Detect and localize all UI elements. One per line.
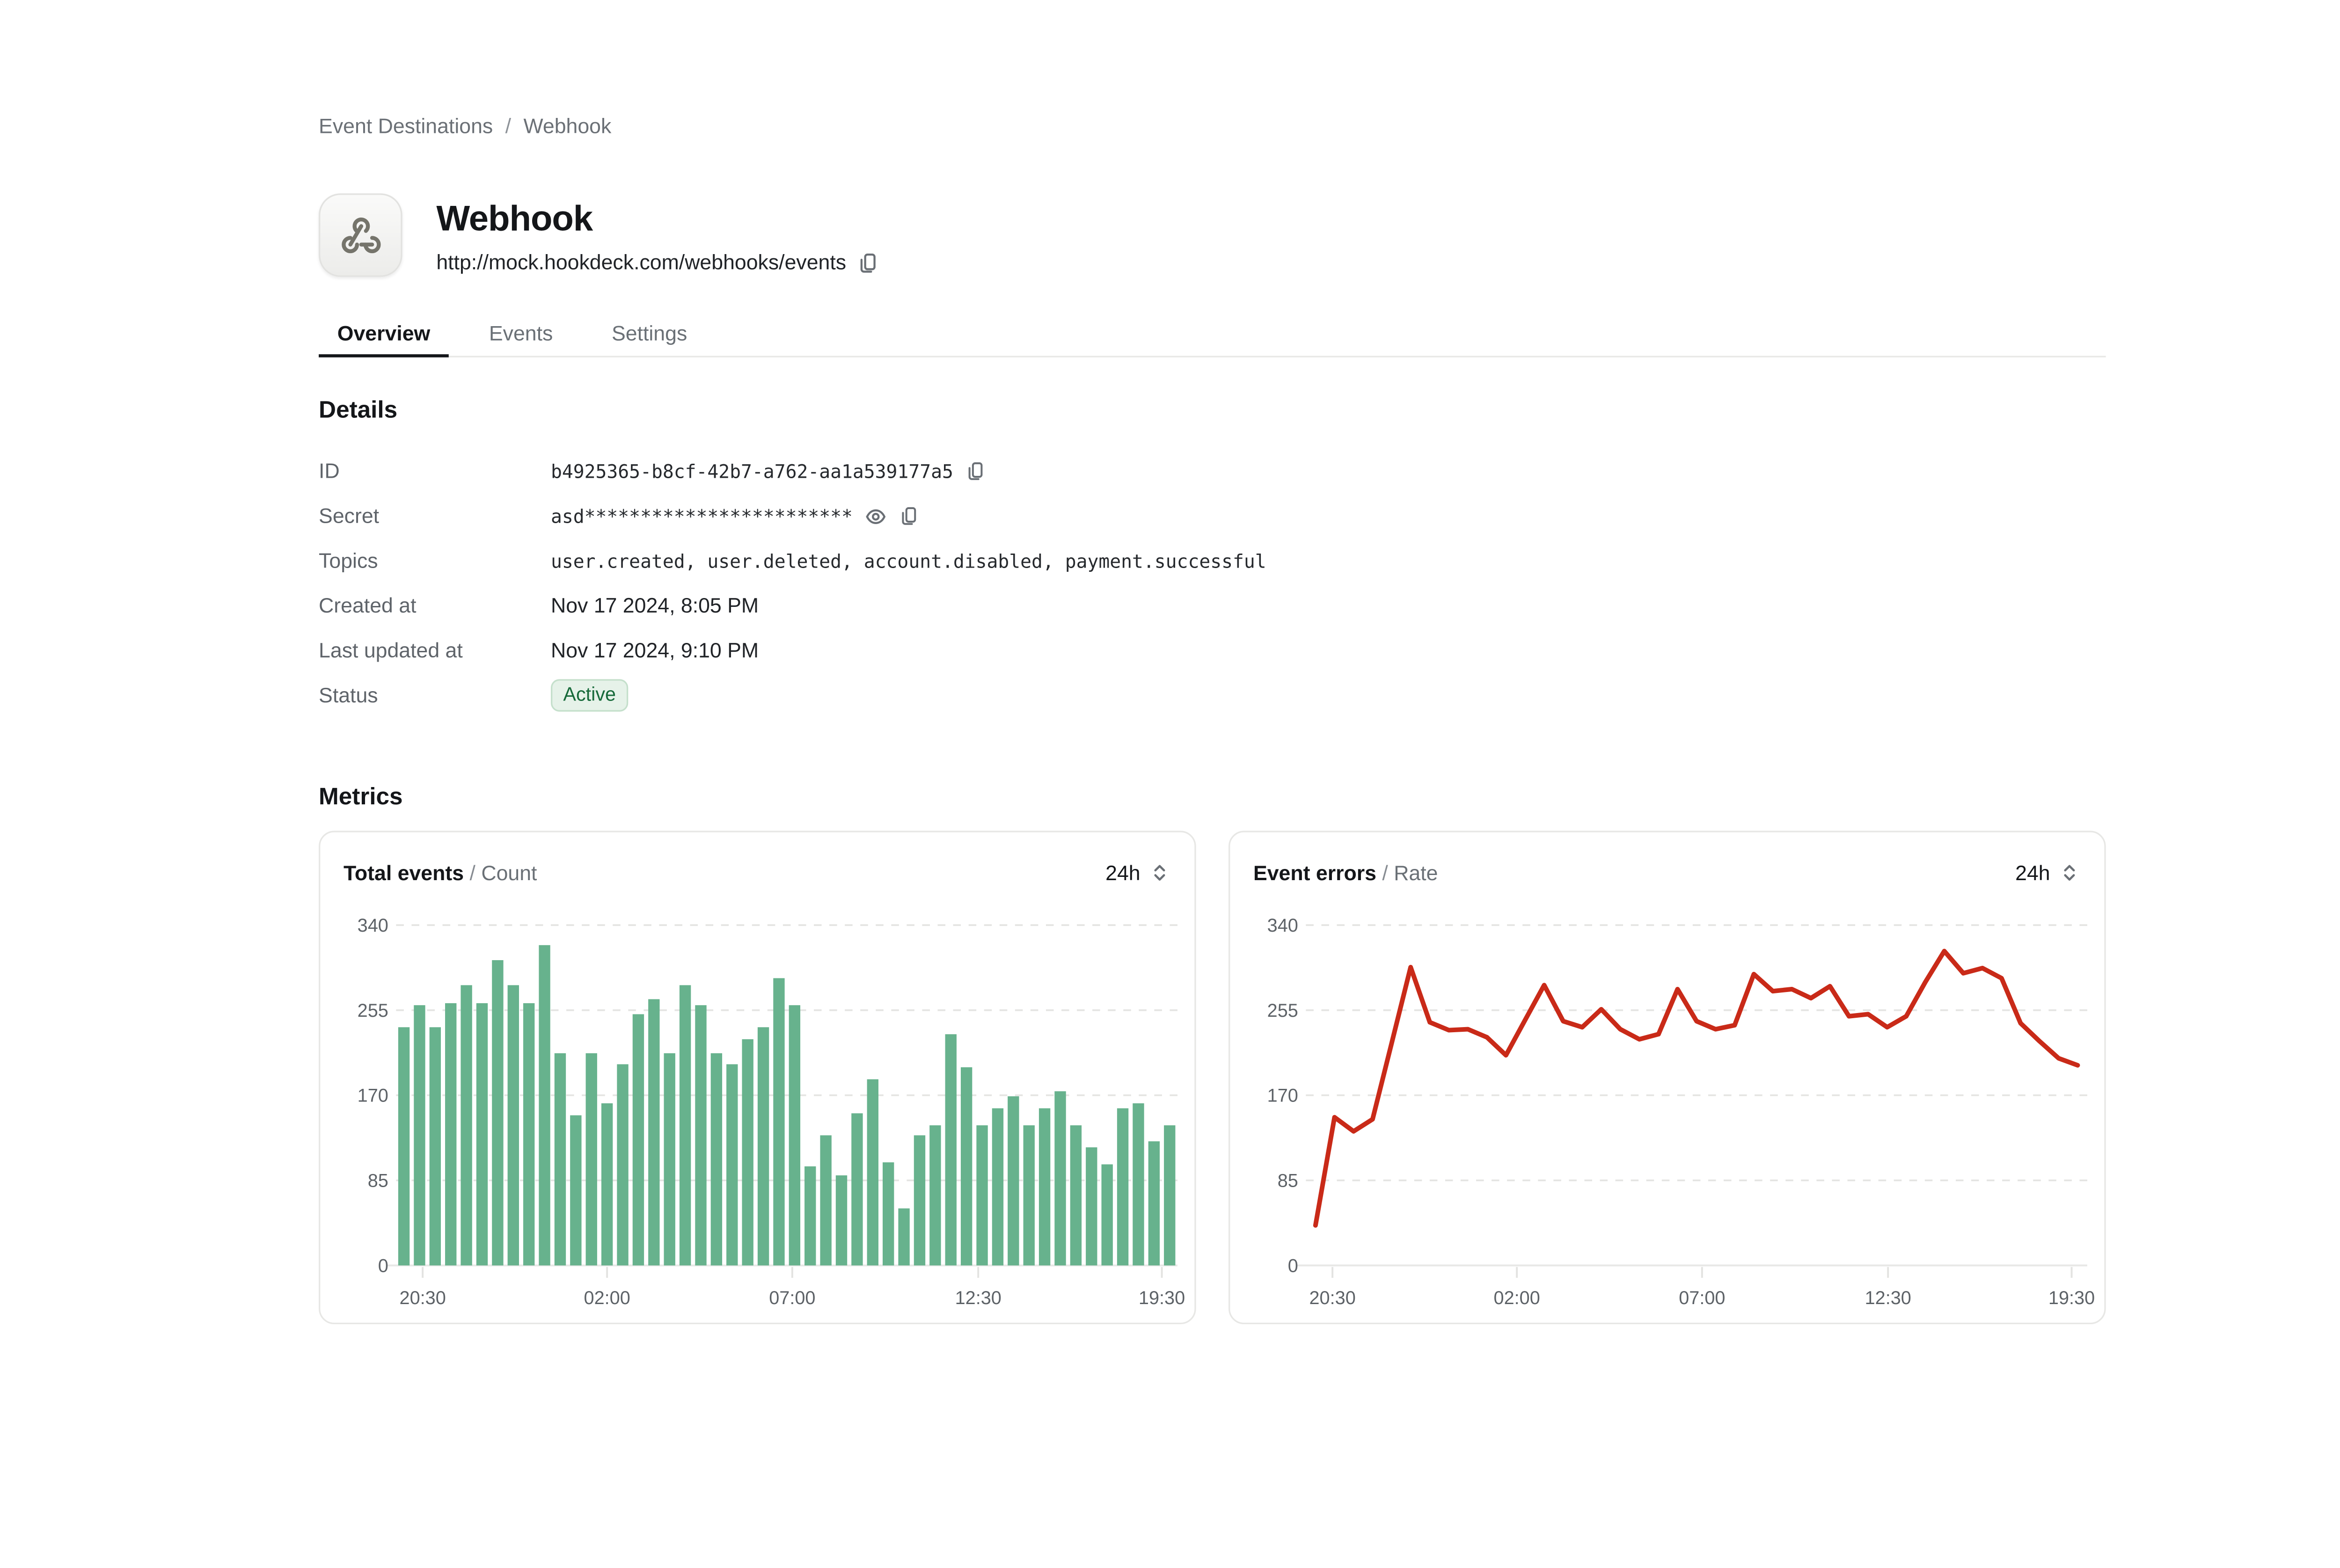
webhook-icon-tile (319, 193, 402, 277)
breadcrumb-separator: / (505, 115, 511, 138)
webhook-id-value: b4925365-b8cf-42b7-a762-aa1a539177a5 (551, 460, 953, 482)
detail-label: Last updated at (319, 639, 551, 662)
svg-text:0: 0 (1288, 1255, 1298, 1276)
total-events-chart: 0 85 170 255 340 20:30 02:00 07:00 12:30 19:30 (320, 888, 1198, 1326)
svg-text:340: 340 (358, 915, 388, 936)
breadcrumb-event-destinations[interactable]: Event Destinations (319, 115, 493, 138)
details-heading: Details (319, 398, 397, 426)
detail-row-topics: Topics user.created, user.deleted, accou… (319, 539, 1266, 583)
page-header: Webhook http://mock.hookdeck.com/webhook… (319, 193, 878, 277)
svg-text:19:30: 19:30 (1139, 1288, 1185, 1308)
status-badge: Active (551, 679, 628, 712)
svg-text:170: 170 (358, 1086, 388, 1106)
svg-text:07:00: 07:00 (1679, 1288, 1725, 1308)
event-errors-card-title: Event errors / Rate (1253, 861, 1438, 884)
tab-bar: Overview Events Settings (319, 309, 2106, 357)
svg-text:170: 170 (1267, 1086, 1298, 1106)
detail-row-id: ID b4925365-b8cf-42b7-a762-aa1a539177a5 (319, 449, 1266, 494)
svg-text:07:00: 07:00 (769, 1288, 815, 1308)
last-updated-value: Nov 17 2024, 9:10 PM (551, 639, 759, 662)
svg-text:20:30: 20:30 (1309, 1288, 1356, 1308)
svg-text:85: 85 (1278, 1170, 1298, 1191)
svg-text:255: 255 (1267, 1000, 1298, 1021)
metrics-heading: Metrics (319, 784, 402, 812)
reveal-secret-eye-icon[interactable] (865, 505, 886, 526)
metrics-cards: Total events / Count 24h 0 85 170 255 340 20:… (319, 831, 2106, 1324)
topics-value: user.created, user.deleted, account.disa… (551, 550, 1266, 571)
webhook-url: http://mock.hookdeck.com/webhooks/events (436, 251, 846, 274)
tab-settings[interactable]: Settings (593, 309, 706, 356)
event-errors-chart: 0 85 170 255 340 20:30 02:00 07:00 12:30 19:30 (1230, 888, 2107, 1326)
chevron-sort-icon (2059, 862, 2079, 883)
detail-label: ID (319, 459, 551, 483)
chevron-sort-icon (1149, 862, 1170, 883)
total-events-range-select[interactable]: 24h (1105, 861, 1170, 884)
webhook-secret-value: asd************************ (551, 505, 853, 526)
detail-row-created-at: Created at Nov 17 2024, 8:05 PM (319, 583, 1266, 628)
detail-label: Topics (319, 549, 551, 573)
copy-secret-icon[interactable] (899, 506, 919, 526)
svg-text:02:00: 02:00 (1494, 1288, 1540, 1308)
detail-label: Secret (319, 504, 551, 528)
webhook-icon (337, 212, 384, 258)
page-title: Webhook (436, 201, 878, 237)
detail-label: Created at (319, 594, 551, 618)
svg-text:12:30: 12:30 (1865, 1288, 1911, 1308)
tab-overview[interactable]: Overview (319, 309, 449, 356)
svg-text:0: 0 (378, 1255, 388, 1276)
copy-id-icon[interactable] (965, 461, 986, 481)
event-errors-card: Event errors / Rate 24h 0 85 170 255 340 20:3… (1228, 831, 2106, 1324)
svg-text:12:30: 12:30 (955, 1288, 1002, 1308)
total-events-card: Total events / Count 24h 0 85 170 255 340 20:… (319, 831, 1196, 1324)
svg-text:02:00: 02:00 (584, 1288, 630, 1308)
detail-row-secret: Secret asd************************ (319, 494, 1266, 539)
detail-label: Status (319, 684, 551, 707)
details-list: ID b4925365-b8cf-42b7-a762-aa1a539177a5 … (319, 449, 1266, 718)
detail-row-status: Status Active (319, 673, 1266, 718)
copy-url-icon[interactable] (857, 251, 878, 273)
svg-text:255: 255 (358, 1000, 388, 1021)
event-errors-range-select[interactable]: 24h (2015, 861, 2079, 884)
svg-text:20:30: 20:30 (400, 1288, 446, 1308)
created-at-value: Nov 17 2024, 8:05 PM (551, 594, 759, 618)
webhook-overview-page: Event Destinations / Webhook Webhook htt… (0, 0, 2340, 1568)
svg-text:340: 340 (1267, 915, 1298, 936)
breadcrumb: Event Destinations / Webhook (319, 115, 611, 138)
breadcrumb-webhook[interactable]: Webhook (524, 115, 612, 138)
detail-row-last-updated: Last updated at Nov 17 2024, 9:10 PM (319, 628, 1266, 673)
total-events-card-title: Total events / Count (344, 861, 537, 884)
svg-text:85: 85 (368, 1170, 388, 1191)
svg-text:19:30: 19:30 (2048, 1288, 2095, 1308)
tab-events[interactable]: Events (470, 309, 571, 356)
